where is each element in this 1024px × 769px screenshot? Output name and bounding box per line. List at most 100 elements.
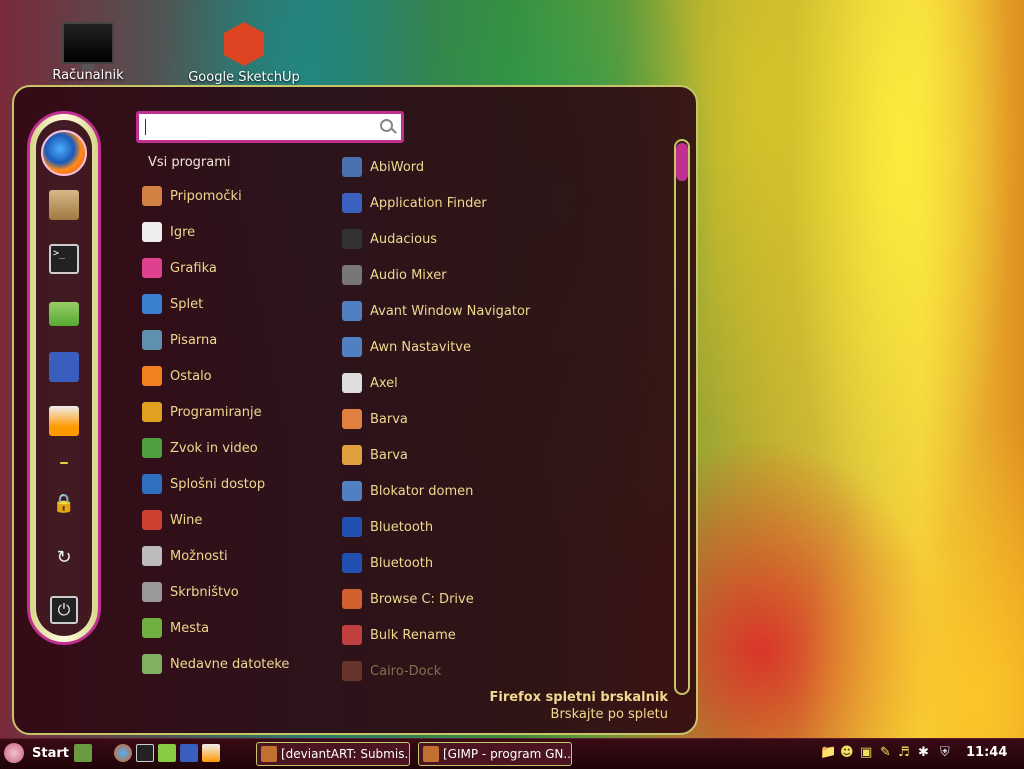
app-item[interactable]: Bulk Rename — [342, 623, 456, 647]
package-manager-icon[interactable] — [49, 190, 79, 220]
brush-icon[interactable]: ✎ — [880, 745, 891, 760]
search-icon[interactable] — [380, 119, 393, 132]
category-item[interactable]: Možnosti — [142, 544, 228, 568]
category-item[interactable]: Zvok in video — [142, 436, 258, 460]
app-item[interactable]: Audacious — [342, 227, 437, 251]
lock-icon[interactable]: 🔒 — [50, 490, 78, 518]
clock[interactable]: 11:44 — [966, 745, 1007, 760]
app-label: Barva — [370, 411, 408, 427]
all-programs-button[interactable]: Vsi programi — [148, 155, 231, 170]
search-input[interactable] — [136, 111, 404, 143]
games-icon — [142, 222, 162, 242]
app-item[interactable]: Avant Window Navigator — [342, 299, 530, 323]
category-label: Zvok in video — [170, 440, 258, 456]
application-menu: >_ 🔒 ↻ ⏻ Vsi programi Pripomočki Igre Graf… — [12, 85, 698, 735]
app-label: Bulk Rename — [370, 627, 456, 643]
domain-blocker-icon — [342, 481, 362, 501]
category-item[interactable]: Skrbništvo — [142, 580, 239, 604]
category-label: Wine — [170, 512, 203, 528]
app-item[interactable]: Axel — [342, 371, 398, 395]
other-icon — [142, 366, 162, 386]
app-item[interactable]: Barva — [342, 407, 408, 431]
weather-icon[interactable] — [180, 744, 198, 762]
file-manager-icon[interactable] — [49, 302, 79, 326]
category-item[interactable]: Mesta — [142, 616, 209, 640]
category-label: Splošni dostop — [170, 476, 266, 492]
wine-drive-icon — [342, 589, 362, 609]
programming-icon — [142, 402, 162, 422]
app-item[interactable]: Cairo-Dock — [342, 659, 441, 683]
start-button[interactable]: Start — [4, 743, 69, 763]
app-label: Avant Window Navigator — [370, 303, 531, 319]
media-icon[interactable] — [202, 744, 220, 762]
favorites-bar: >_ 🔒 ↻ ⏻ — [27, 111, 101, 645]
category-label: Mesta — [170, 620, 210, 636]
clipboard-icon[interactable]: ▣ — [860, 745, 872, 760]
app-label: Browse C: Drive — [370, 591, 474, 607]
app-item[interactable]: Awn Nastavitve — [342, 335, 471, 359]
app-item[interactable]: Bluetooth — [342, 551, 433, 575]
preferences-icon — [142, 546, 162, 566]
category-item[interactable]: Splet — [142, 292, 203, 316]
firefox-icon[interactable] — [114, 744, 132, 762]
volume-icon[interactable]: ♬ — [898, 745, 910, 760]
category-label: Pisarna — [170, 332, 218, 348]
folder-tray-icon[interactable]: 📁 — [820, 745, 836, 760]
app-item[interactable]: AbiWord — [342, 155, 424, 179]
scrollbar[interactable] — [674, 139, 690, 695]
app-finder-icon — [342, 193, 362, 213]
start-label: Start — [32, 745, 69, 761]
audacious-icon — [342, 229, 362, 249]
graphics-icon — [142, 258, 162, 278]
folder-icon[interactable] — [158, 744, 176, 762]
bluetooth-icon — [342, 517, 362, 537]
weather-icon[interactable] — [49, 352, 79, 382]
accessories-icon — [142, 186, 162, 206]
app-item[interactable]: Browse C: Drive — [342, 587, 474, 611]
app-item[interactable]: Bluetooth — [342, 515, 433, 539]
desktop-icon-sketchup[interactable]: Google SketchUp — [184, 22, 304, 85]
category-item[interactable]: Splošni dostop — [142, 472, 265, 496]
category-item[interactable]: Ostalo — [142, 364, 212, 388]
app-label: Application Finder — [370, 195, 487, 211]
bluetooth-tray-icon[interactable]: ✱ — [918, 745, 929, 760]
category-item[interactable]: Nedavne datoteke — [142, 652, 289, 676]
category-label: Grafika — [170, 260, 217, 276]
category-item[interactable]: Programiranje — [142, 400, 262, 424]
accessibility-icon — [142, 474, 162, 494]
terminal-icon[interactable]: >_ — [49, 244, 79, 274]
app-label: Bluetooth — [370, 519, 434, 535]
recent-files-icon — [142, 654, 162, 674]
power-icon[interactable]: ⏻ — [50, 596, 78, 624]
desktop-icon[interactable] — [74, 744, 92, 762]
category-label: Skrbništvo — [170, 584, 239, 600]
axel-icon — [342, 373, 362, 393]
category-item[interactable]: Wine — [142, 508, 202, 532]
firefox-icon[interactable] — [41, 130, 87, 176]
desktop-icon-computer[interactable]: Računalnik — [28, 22, 148, 83]
internet-icon — [142, 294, 162, 314]
app-item[interactable]: Application Finder — [342, 191, 487, 215]
places-icon — [142, 618, 162, 638]
app-item[interactable]: Blokator domen — [342, 479, 473, 503]
logout-icon[interactable]: ↻ — [50, 544, 78, 572]
taskbar: Start [deviantART: Submis... [GIMP - pro… — [0, 738, 1024, 769]
scroll-thumb[interactable] — [676, 143, 688, 181]
sketchup-icon — [224, 22, 264, 66]
audio-mixer-icon — [342, 265, 362, 285]
task-gimp[interactable]: [GIMP - program GN... — [418, 742, 572, 766]
category-item[interactable]: Grafika — [142, 256, 217, 280]
category-item[interactable]: Pisarna — [142, 328, 217, 352]
app-item[interactable]: Audio Mixer — [342, 263, 447, 287]
user-icon[interactable]: ☻ — [840, 745, 854, 760]
category-label: Splet — [170, 296, 204, 312]
category-item[interactable]: Igre — [142, 220, 195, 244]
category-item[interactable]: Pripomočki — [142, 184, 242, 208]
terminal-icon[interactable] — [136, 744, 154, 762]
app-label: Bluetooth — [370, 555, 434, 571]
shield-icon[interactable]: ⛨ — [940, 745, 950, 760]
media-player-icon[interactable] — [49, 406, 79, 436]
multimedia-icon — [142, 438, 162, 458]
app-item[interactable]: Barva — [342, 443, 408, 467]
task-deviantart[interactable]: [deviantART: Submis... — [256, 742, 410, 766]
